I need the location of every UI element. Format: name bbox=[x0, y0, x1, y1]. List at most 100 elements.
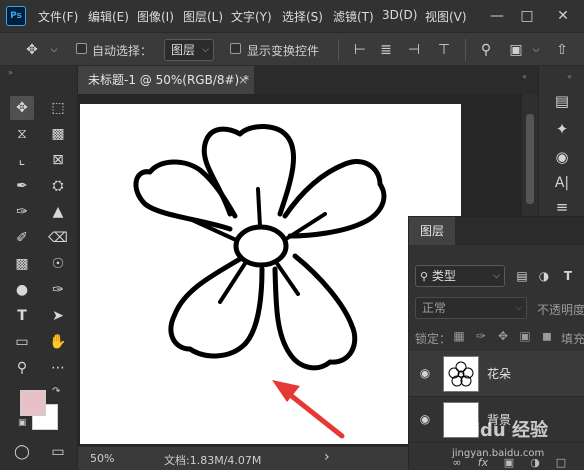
chevron-down-icon[interactable]: ⌵ bbox=[44, 40, 64, 60]
adjustments-panel-icon[interactable]: ≡ bbox=[551, 196, 573, 218]
auto-select-target-select[interactable]: 图层 ⌵ bbox=[164, 39, 214, 61]
type-tool-icon[interactable]: T bbox=[10, 304, 34, 328]
petal-bottom-right bbox=[272, 253, 358, 371]
move-tool-icon[interactable]: ✥ bbox=[22, 40, 42, 60]
menu-bar: Ps 文件(F) 编辑(E) 图像(I) 图层(L) 文字(Y) 选择(S) 滤… bbox=[0, 0, 584, 32]
dodge-tool-icon[interactable]: ● bbox=[10, 278, 34, 302]
petal-top bbox=[201, 124, 296, 217]
image-filter-icon[interactable]: ▤ bbox=[513, 267, 531, 285]
frame-tool-icon[interactable]: ⊠ bbox=[46, 148, 70, 172]
scrollbar-thumb[interactable] bbox=[526, 114, 534, 204]
tools-panel: » ✥ ⬚ ⧖ ▩ ⌞ ⊠ ✒ ⛭ ✑ ▲ ✐ ⌫ ▩ ☉ ● ✑ T ➤ ▭ … bbox=[0, 66, 78, 470]
document-canvas[interactable] bbox=[80, 104, 461, 444]
menu-3d[interactable]: 3D(D) bbox=[382, 8, 417, 22]
history-brush-icon[interactable]: ✐ bbox=[10, 226, 34, 250]
petal-left bbox=[133, 159, 238, 232]
brush-tool-icon[interactable]: ✑ bbox=[10, 200, 34, 224]
opacity-label: 不透明度 bbox=[537, 303, 584, 317]
default-colors-icon[interactable]: ▣ bbox=[18, 418, 27, 428]
eraser-tool-icon[interactable]: ⌫ bbox=[46, 226, 70, 250]
blend-mode-select[interactable]: 正常 ⌵ bbox=[415, 297, 527, 319]
close-icon[interactable]: ✕ bbox=[552, 6, 574, 26]
character-panel-icon[interactable]: A| bbox=[551, 172, 573, 194]
document-tab[interactable]: 未标题-1 @ 50%(RGB/8#) * bbox=[78, 66, 254, 94]
photoshop-logo: Ps bbox=[6, 6, 26, 26]
collapse-arrows-icon[interactable]: « bbox=[567, 72, 572, 81]
eye-icon[interactable]: ◉ bbox=[417, 411, 433, 427]
rectangle-tool-icon[interactable]: ▭ bbox=[10, 330, 34, 354]
swap-colors-icon[interactable]: ↷ bbox=[52, 386, 60, 397]
lasso-tool-icon[interactable]: ⧖ bbox=[10, 122, 34, 146]
smudge-tool-icon[interactable]: ☉ bbox=[46, 252, 70, 276]
lock-artboard-icon[interactable]: ▣ bbox=[517, 328, 533, 344]
menu-filter[interactable]: 滤镜(T) bbox=[333, 8, 374, 25]
collapse-arrows-icon[interactable]: » bbox=[8, 68, 13, 77]
eyedropper-icon[interactable]: ✒ bbox=[10, 174, 34, 198]
flower-thumbnail bbox=[448, 361, 474, 387]
gradient-tool-icon[interactable]: ▩ bbox=[10, 252, 34, 276]
foreground-color-swatch[interactable] bbox=[20, 390, 46, 416]
zoom-level[interactable]: 50% bbox=[90, 452, 114, 465]
menu-file[interactable]: 文件(F) bbox=[38, 8, 78, 25]
move-tool-icon[interactable]: ✥ bbox=[10, 96, 34, 120]
menu-view[interactable]: 视图(V) bbox=[425, 8, 467, 25]
watermark-logo: Baidu 经验 bbox=[448, 420, 549, 441]
layer-filter-value: 类型 bbox=[431, 269, 456, 283]
align-center-icon[interactable]: ≣ bbox=[376, 40, 396, 60]
foreground-color-fill bbox=[21, 391, 45, 415]
menu-layer[interactable]: 图层(L) bbox=[183, 8, 223, 25]
layer-name[interactable]: 花朵 bbox=[487, 365, 511, 382]
close-tab-icon[interactable]: × bbox=[238, 66, 248, 94]
paths-panel-icon[interactable]: ✦ bbox=[551, 118, 573, 140]
menu-image[interactable]: 图像(I) bbox=[137, 8, 174, 25]
tab-layers[interactable]: 图层 bbox=[409, 217, 455, 245]
minimize-icon[interactable]: — bbox=[486, 6, 508, 26]
lock-all-icon[interactable]: ◼ bbox=[539, 328, 555, 344]
show-transform-checkbox[interactable] bbox=[230, 43, 241, 54]
petal-right bbox=[282, 159, 387, 239]
search-icon[interactable]: ⚲ bbox=[476, 40, 496, 60]
pen-tool-icon[interactable]: ✑ bbox=[46, 278, 70, 302]
color-panel-icon[interactable]: ◉ bbox=[551, 146, 573, 168]
chevron-down-icon: ⌵ bbox=[515, 303, 522, 313]
type-filter-icon[interactable]: T bbox=[559, 267, 577, 285]
quick-mask-icon[interactable]: ◯ bbox=[10, 440, 34, 464]
menu-edit[interactable]: 编辑(E) bbox=[88, 8, 129, 25]
stamp-tool-icon[interactable]: ▲ bbox=[46, 200, 70, 224]
share-icon[interactable]: ⇧ bbox=[552, 40, 572, 60]
lock-image-icon[interactable]: ✑ bbox=[473, 328, 489, 344]
layer-filter-select[interactable]: ⚲ 类型 ⌵ bbox=[415, 265, 505, 287]
workspace-icon[interactable]: ▣ bbox=[506, 40, 526, 60]
lock-transparent-icon[interactable]: ▦ bbox=[451, 328, 467, 344]
eye-icon[interactable]: ◉ bbox=[417, 365, 433, 381]
adjustment-filter-icon[interactable]: ◑ bbox=[535, 267, 553, 285]
history-panel-icon[interactable]: ▤ bbox=[551, 90, 573, 112]
petal-vein bbox=[274, 260, 300, 296]
crop-tool-icon[interactable]: ⌞ bbox=[10, 148, 34, 172]
vertical-scrollbar[interactable] bbox=[522, 94, 538, 216]
menu-type[interactable]: 文字(Y) bbox=[231, 8, 272, 25]
collapse-arrows-icon[interactable]: « bbox=[522, 72, 527, 81]
align-right-icon[interactable]: ⊣ bbox=[404, 40, 424, 60]
align-left-icon[interactable]: ⊢ bbox=[350, 40, 370, 60]
maximize-icon[interactable]: □ bbox=[516, 6, 538, 26]
screen-mode-icon[interactable]: ▭ bbox=[46, 440, 70, 464]
zoom-tool-icon[interactable]: ⚲ bbox=[10, 356, 34, 380]
auto-select-checkbox[interactable] bbox=[76, 43, 87, 54]
lock-position-icon[interactable]: ✥ bbox=[495, 328, 511, 344]
watermark-url: jingyan.baidu.com bbox=[452, 448, 545, 459]
more-tools-icon[interactable]: ⋯ bbox=[46, 356, 70, 380]
auto-select-label: 自动选择： bbox=[92, 44, 153, 58]
show-transform-label: 显示变换控件 bbox=[247, 44, 320, 58]
healing-brush-icon[interactable]: ⛭ bbox=[46, 174, 70, 198]
chevron-down-icon: ⌵ bbox=[202, 45, 209, 55]
hand-tool-icon[interactable]: ✋ bbox=[46, 330, 70, 354]
status-menu-arrow-icon[interactable]: › bbox=[324, 449, 330, 465]
marquee-tool-icon[interactable]: ⬚ bbox=[46, 96, 70, 120]
chevron-down-icon[interactable]: ⌵ bbox=[526, 40, 546, 60]
object-select-icon[interactable]: ▩ bbox=[46, 122, 70, 146]
layer-row[interactable]: ◉ 花朵 bbox=[409, 351, 584, 397]
align-top-icon[interactable]: ⊤ bbox=[434, 40, 454, 60]
path-select-icon[interactable]: ➤ bbox=[46, 304, 70, 328]
menu-select[interactable]: 选择(S) bbox=[282, 8, 323, 25]
